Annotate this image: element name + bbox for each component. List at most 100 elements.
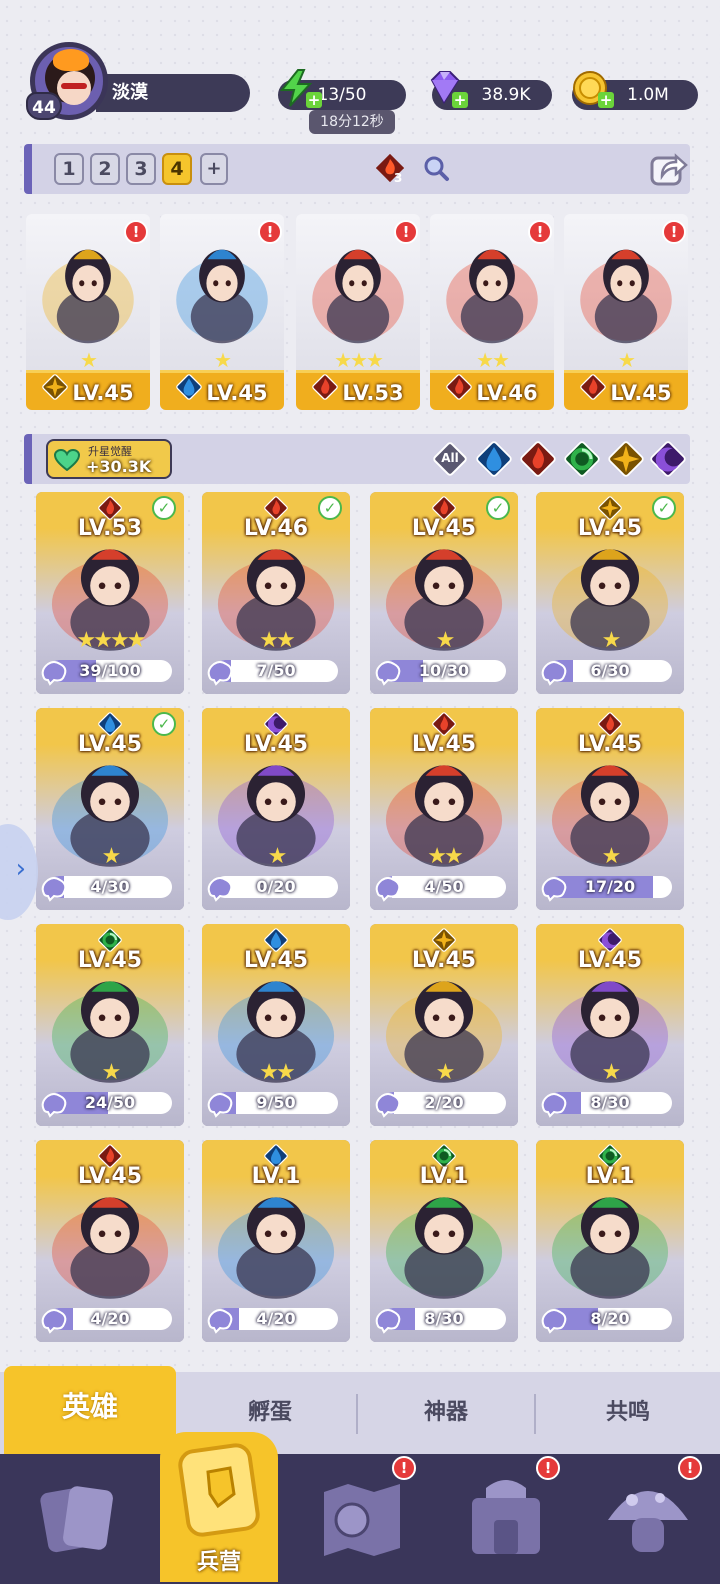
tab-resonance[interactable]: 共鸣 <box>540 1372 716 1454</box>
alert-badge: ! <box>392 1456 416 1480</box>
fire-element-icon <box>446 374 473 410</box>
hero-stars: ★ <box>435 628 456 653</box>
hero-portrait <box>574 228 678 348</box>
player-level-badge: 44 <box>26 92 62 120</box>
hero-portrait <box>544 1174 676 1304</box>
chevron-right-icon: › <box>15 854 26 884</box>
filter-water[interactable] <box>476 441 512 477</box>
hero-stars: ★ <box>101 1060 122 1085</box>
hero-level: LV.1 <box>585 1164 635 1189</box>
hero-card[interactable]: LV.45 ✓ ★ 4/30 <box>36 708 184 910</box>
gem-value: 38.9K <box>481 85 531 105</box>
filter-wind[interactable] <box>564 441 600 477</box>
hero-card[interactable]: LV.45 ✓ ★ 10/30 <box>370 492 518 694</box>
filter-dark[interactable] <box>650 441 686 477</box>
team-slot-hero[interactable]: ★ LV.45! <box>160 214 284 410</box>
tab-heroes[interactable]: 英雄 <box>4 1366 176 1454</box>
star-awaken-button[interactable]: 升星觉醒 +30.3K <box>46 439 172 479</box>
gold-value: 1.0M <box>627 85 669 105</box>
hero-card[interactable]: LV.1 8/30 <box>370 1140 518 1342</box>
hero-level: LV.46 <box>476 381 538 405</box>
nav-barracks[interactable]: 兵营 <box>160 1432 278 1582</box>
hero-card[interactable]: LV.1 4/20 <box>202 1140 350 1342</box>
nav-mushroom[interactable]: ! <box>598 1456 702 1568</box>
nav-cards[interactable] <box>30 1468 130 1568</box>
shard-count: 2/20 <box>424 1093 464 1112</box>
energy-add-icon[interactable]: + <box>306 92 322 108</box>
team-tab-2[interactable]: 2 <box>90 153 120 185</box>
alert-badge: ! <box>678 1456 702 1480</box>
shard-count: 8/20 <box>590 1309 630 1328</box>
awaken-value: +30.3K <box>86 457 152 476</box>
team-tab-4[interactable]: 4 <box>162 153 192 185</box>
hero-stars: ★ <box>601 628 622 653</box>
team-slot-hero[interactable]: ★★ LV.46! <box>430 214 554 410</box>
energy-timer: 18分12秒 <box>309 110 395 134</box>
nav-map[interactable]: ! <box>312 1456 416 1568</box>
hero-card[interactable]: LV.46 ✓ ★★ 7/50 <box>202 492 350 694</box>
hero-stars: ★ <box>80 348 98 372</box>
search-icon[interactable] <box>422 154 450 182</box>
alert-badge: ! <box>536 1456 560 1480</box>
hero-card[interactable]: LV.45 4/20 <box>36 1140 184 1342</box>
share-icon[interactable] <box>648 148 690 190</box>
hero-stars: ★★ <box>427 844 463 869</box>
hero-stars: ★★ <box>259 628 295 653</box>
hero-level-bar: LV.53 <box>296 370 420 410</box>
filter-all[interactable]: All <box>432 441 468 477</box>
hero-portrait <box>170 228 274 348</box>
hero-card[interactable]: LV.45 ★★ 4/50 <box>370 708 518 910</box>
hero-level: LV.45 <box>243 732 309 757</box>
hero-filter-bar: 升星觉醒 +30.3K All <box>24 434 690 484</box>
team-slot-hero[interactable]: ★★★ LV.53! <box>296 214 420 410</box>
filter-fire[interactable] <box>520 441 556 477</box>
hero-portrait <box>44 1174 176 1304</box>
hero-level: LV.45 <box>72 381 134 405</box>
hero-stars: ★★★★ <box>76 628 147 653</box>
filter-light[interactable] <box>608 441 644 477</box>
hero-level: LV.45 <box>411 732 477 757</box>
hero-card[interactable]: LV.45 ★ 17/20 <box>536 708 684 910</box>
hero-level: LV.45 <box>577 732 643 757</box>
hero-card[interactable]: LV.45 ★ 24/50 <box>36 924 184 1126</box>
fire-element-icon <box>580 374 607 410</box>
player-name: 淡漠 <box>112 82 148 103</box>
nav-shrine[interactable]: ! <box>456 1456 560 1568</box>
in-team-check-icon: ✓ <box>152 712 176 736</box>
hero-level: LV.1 <box>251 1164 301 1189</box>
hero-level: LV.45 <box>411 948 477 973</box>
gem-add-icon[interactable]: + <box>452 92 468 108</box>
tab-divider <box>534 1394 536 1434</box>
team-tab-1[interactable]: 1 <box>54 153 84 185</box>
hero-card[interactable]: LV.53 ✓ ★★★★ 39/100 <box>36 492 184 694</box>
hero-card[interactable]: LV.45 ★★ 9/50 <box>202 924 350 1126</box>
fire-element-icon <box>312 374 339 410</box>
hero-card[interactable]: LV.45 ★ 0/20 <box>202 708 350 910</box>
team-tab-3[interactable]: 3 <box>126 153 156 185</box>
hero-stars: ★★★ <box>334 348 384 372</box>
team-slot-hero[interactable]: ★ LV.45! <box>564 214 688 410</box>
team-slot-hero[interactable]: ★ LV.45! <box>26 214 150 410</box>
shard-count: 4/50 <box>424 877 464 896</box>
hero-card[interactable]: LV.45 ★ 2/20 <box>370 924 518 1126</box>
hero-portrait <box>440 228 544 348</box>
hero-level: LV.1 <box>419 1164 469 1189</box>
hero-card[interactable]: LV.45 ★ 8/30 <box>536 924 684 1126</box>
hero-card[interactable]: LV.45 ✓ ★ 6/30 <box>536 492 684 694</box>
shard-count: 8/30 <box>590 1093 630 1112</box>
hero-level-bar: LV.46 <box>430 370 554 410</box>
player-name-plate[interactable]: 淡漠 <box>96 74 250 112</box>
hero-stars: ★ <box>618 348 636 372</box>
gold-add-icon[interactable]: + <box>598 92 614 108</box>
hero-card[interactable]: LV.1 8/20 <box>536 1140 684 1342</box>
map-icon <box>324 1484 400 1556</box>
cards-icon <box>40 1486 113 1553</box>
add-team-button[interactable]: + <box>200 153 228 185</box>
shard-count: 10/30 <box>418 661 470 680</box>
hero-stars: ★ <box>214 348 232 372</box>
top-status-bar: 淡漠 44 13/50 + 18分12秒 38.9K + 1.0M + <box>0 36 720 136</box>
hero-stars: ★★ <box>476 348 510 372</box>
tab-artifact[interactable]: 神器 <box>360 1372 532 1454</box>
shard-count: 4/20 <box>90 1309 130 1328</box>
water-element-icon <box>176 374 203 410</box>
